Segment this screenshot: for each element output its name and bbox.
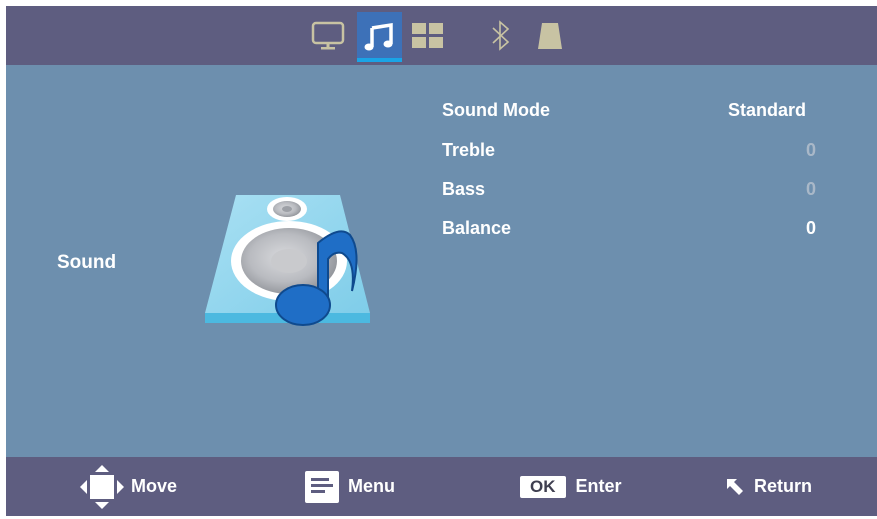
tab-setup[interactable] bbox=[406, 14, 450, 58]
main-panel: Sound Sound Mode Standard Treble 0 Bass … bbox=[6, 65, 877, 457]
tab-picture[interactable] bbox=[306, 14, 350, 58]
grid-icon bbox=[412, 23, 443, 48]
hint-return: Return bbox=[724, 457, 812, 516]
hint-menu-label: Menu bbox=[348, 476, 395, 496]
menu-item-treble[interactable]: Treble 0 bbox=[442, 140, 842, 170]
direction-pad-icon bbox=[80, 464, 124, 509]
hint-enter: OK Enter bbox=[520, 457, 622, 516]
tab-keystone[interactable] bbox=[528, 14, 572, 58]
hint-return-label: Return bbox=[754, 476, 812, 496]
return-arrow-icon bbox=[727, 478, 743, 495]
monitor-icon bbox=[311, 21, 345, 50]
menu-item-balance[interactable]: Balance 0 bbox=[442, 218, 842, 248]
ok-key-badge: OK bbox=[520, 475, 566, 498]
treble-value: 0 bbox=[805, 140, 816, 160]
bass-value: 0 bbox=[805, 179, 816, 199]
hint-menu: Menu bbox=[304, 457, 395, 516]
speaker-music-icon bbox=[205, 195, 370, 326]
music-note-icon bbox=[364, 22, 393, 51]
balance-label: Balance bbox=[442, 218, 512, 238]
menu-item-sound-mode[interactable]: Sound Mode Standard bbox=[442, 100, 842, 130]
active-tab-underline bbox=[357, 58, 402, 62]
treble-label: Treble bbox=[442, 140, 496, 160]
hint-move-label: Move bbox=[131, 476, 178, 496]
keystone-icon bbox=[538, 23, 562, 49]
hint-enter-label: Enter bbox=[575, 476, 622, 496]
osd-window: Sound Sound Mode Standard Treble 0 Bass … bbox=[6, 6, 877, 516]
footer-hint-bar: Move Menu OK Enter Return bbox=[6, 457, 877, 516]
menu-icon bbox=[305, 470, 339, 503]
sound-mode-label: Sound Mode bbox=[442, 100, 550, 120]
bass-label: Bass bbox=[442, 179, 486, 199]
tab-sound[interactable] bbox=[358, 14, 402, 58]
menu-item-bass[interactable]: Bass 0 bbox=[442, 179, 842, 209]
bluetooth-icon bbox=[492, 20, 510, 51]
section-title: Sound bbox=[57, 252, 117, 273]
sound-mode-value: Standard bbox=[727, 100, 806, 120]
hint-move: Move bbox=[78, 457, 177, 516]
tab-bar bbox=[6, 6, 877, 65]
tab-bluetooth[interactable] bbox=[479, 14, 523, 58]
balance-value: 0 bbox=[805, 218, 816, 238]
